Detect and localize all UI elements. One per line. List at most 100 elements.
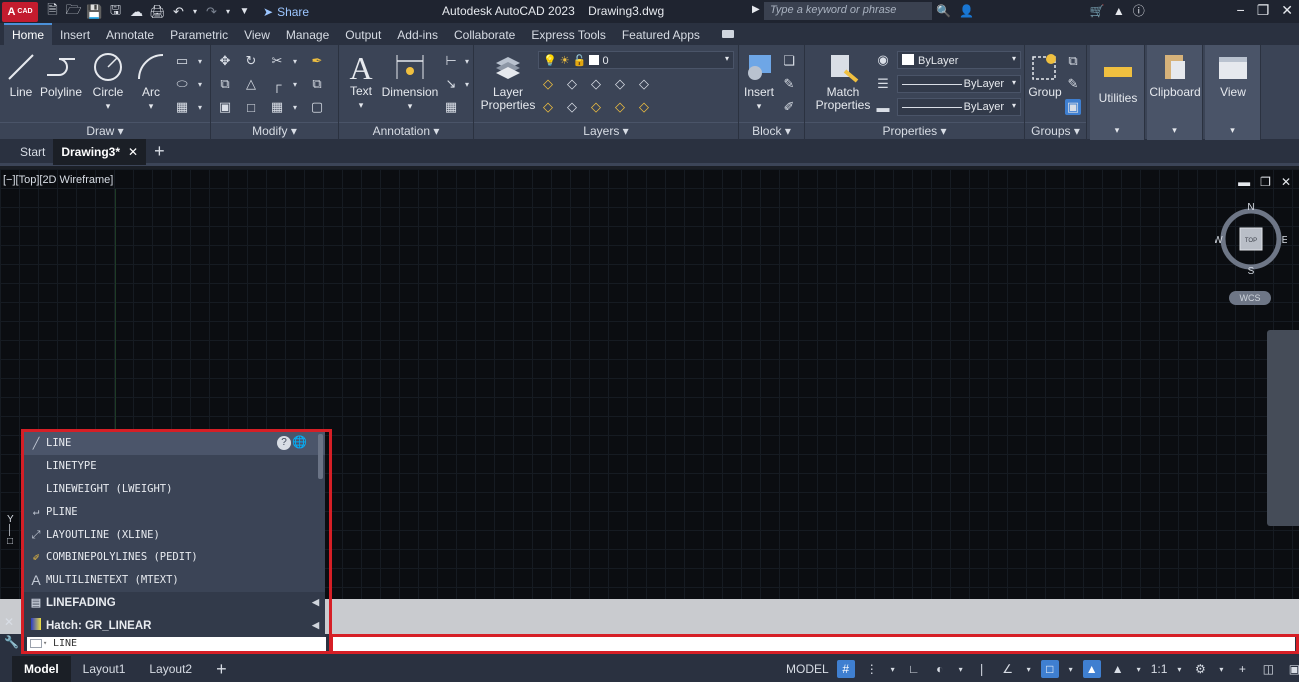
- tab-express-tools[interactable]: Express Tools: [523, 23, 613, 45]
- annotation-scale-dropdown-icon[interactable]: ▾: [1175, 660, 1183, 678]
- search-web-icon[interactable]: 🌐: [292, 435, 307, 449]
- tab-output[interactable]: Output: [337, 23, 389, 45]
- leader-icon[interactable]: ↘: [443, 76, 459, 92]
- annotation-scale[interactable]: 1:1: [1151, 662, 1168, 676]
- ungroup-icon[interactable]: ⧉: [1065, 53, 1081, 69]
- web-mobile-icon[interactable]: ☁: [128, 4, 145, 20]
- search-icon[interactable]: 🔍: [936, 4, 951, 18]
- close-tab-icon[interactable]: ✕: [128, 145, 138, 159]
- color-dropdown[interactable]: ByLayer ▾: [897, 51, 1021, 69]
- autocomplete-item-pedit[interactable]: ✐ COMBINEPOLYLINES (PEDIT): [24, 546, 325, 569]
- tab-manage[interactable]: Manage: [278, 23, 337, 45]
- autocomplete-item-mtext[interactable]: A MULTILINETEXT (MTEXT): [24, 569, 325, 592]
- arc-button[interactable]: Arc ▾: [134, 51, 168, 113]
- utilities-button[interactable]: Utilities: [1092, 57, 1144, 105]
- create-block-icon[interactable]: ❏: [781, 53, 797, 69]
- close-icon[interactable]: ✕: [1281, 2, 1293, 19]
- auto-scale-dropdown-icon[interactable]: ▾: [1135, 660, 1143, 678]
- scale-icon[interactable]: □: [243, 99, 259, 115]
- lineweight-icon[interactable]: ▬: [875, 99, 891, 115]
- insert-button[interactable]: Insert ▾: [741, 51, 777, 113]
- rotate-icon[interactable]: ↻: [243, 53, 259, 69]
- wcs-menu[interactable]: WCS: [1229, 291, 1271, 305]
- text-button[interactable]: A Text ▾: [343, 51, 379, 112]
- tab-home[interactable]: Home: [4, 23, 53, 45]
- trim-dropdown-icon[interactable]: ▾: [287, 53, 303, 69]
- model-space-button[interactable]: MODEL: [786, 662, 829, 676]
- polar-dropdown-icon[interactable]: ▾: [957, 660, 965, 678]
- open-folder-icon[interactable]: 🗁: [65, 2, 82, 20]
- snap-dropdown-icon[interactable]: ▾: [889, 660, 897, 678]
- share-button[interactable]: ➤ Share: [263, 5, 309, 19]
- undo-icon[interactable]: ↶: [170, 4, 187, 20]
- array-dropdown-icon[interactable]: ▾: [287, 99, 303, 115]
- mirror-icon[interactable]: △: [243, 76, 259, 92]
- layer-tool-4-icon[interactable]: ◇: [612, 76, 628, 92]
- layer-tool-2-icon[interactable]: ◇: [564, 76, 580, 92]
- tab-parametric[interactable]: Parametric: [162, 23, 236, 45]
- layer-tool-9-icon[interactable]: ◇: [612, 99, 628, 115]
- layer-tool-1-icon[interactable]: ◇: [540, 76, 556, 92]
- recent-commands-dropdown-icon[interactable]: ▾: [43, 636, 47, 650]
- redo-dropdown-icon[interactable]: ▾: [224, 4, 232, 20]
- ortho-icon[interactable]: ∟: [905, 660, 923, 678]
- clipboard-button[interactable]: Clipboard: [1147, 51, 1203, 99]
- viewcube[interactable]: TOP N S E W: [1215, 203, 1287, 275]
- command-autocomplete-list[interactable]: ╱ LINE ? 🌐 LINETYPE LINEWEIGHT (LWEIGHT)…: [24, 432, 325, 638]
- recent-commands-icon[interactable]: [30, 639, 42, 648]
- units-icon[interactable]: ◫: [1259, 660, 1277, 678]
- text-dropdown-icon[interactable]: ▾: [359, 100, 364, 110]
- panel-title-draw[interactable]: Draw ▾: [0, 122, 210, 138]
- restore-icon[interactable]: ❐: [1257, 2, 1270, 19]
- panel-title-modify[interactable]: Modify ▾: [211, 122, 338, 138]
- clean-screen-icon[interactable]: ▣: [1285, 660, 1299, 678]
- dimension-button[interactable]: Dimension ▾: [381, 51, 439, 113]
- viewport-close-icon[interactable]: ✕: [1281, 175, 1291, 189]
- autodesk-app-icon[interactable]: ▲: [1113, 4, 1125, 18]
- offset-icon[interactable]: ▢: [309, 99, 325, 115]
- cart-icon[interactable]: 🛒: [1090, 4, 1105, 18]
- fillet-icon[interactable]: ┌: [269, 76, 285, 92]
- polyline-button[interactable]: Polyline: [40, 51, 82, 99]
- ribbon-minimize-icon[interactable]: [721, 30, 734, 38]
- undo-dropdown-icon[interactable]: ▾: [191, 4, 199, 20]
- autocomplete-item-lineweight[interactable]: LINEWEIGHT (LWEIGHT): [24, 478, 325, 501]
- layer-tool-10-icon[interactable]: ◇: [636, 99, 652, 115]
- fillet-dropdown-icon[interactable]: ▾: [287, 76, 303, 92]
- customize-qat-icon[interactable]: ▼: [236, 4, 253, 20]
- new-file-icon[interactable]: 🗎: [44, 2, 61, 20]
- viewport-controls-label[interactable]: [−][Top][2D Wireframe]: [3, 174, 113, 186]
- table-icon[interactable]: ▦: [443, 99, 459, 115]
- tab-collaborate[interactable]: Collaborate: [446, 23, 523, 45]
- workspace-dropdown-icon[interactable]: ▾: [1217, 660, 1225, 678]
- close-command-line-icon[interactable]: ✕: [4, 612, 19, 632]
- block-attributes-icon[interactable]: ✐: [781, 99, 797, 115]
- tab-layout1[interactable]: Layout1: [71, 656, 138, 682]
- hatch-dropdown-icon[interactable]: ▾: [192, 99, 208, 115]
- panel-title-groups[interactable]: Groups ▾: [1025, 122, 1086, 138]
- autocomplete-group-linefading[interactable]: ▤ LINEFADING ◀: [24, 591, 325, 615]
- rectangle-dropdown-icon[interactable]: ▾: [192, 53, 208, 69]
- view-button[interactable]: View: [1205, 51, 1261, 99]
- tab-model[interactable]: Model: [12, 656, 71, 682]
- help-icon[interactable]: ⓘ: [1133, 2, 1145, 19]
- annotation-monitor-icon[interactable]: +: [1233, 660, 1251, 678]
- redo-icon[interactable]: ↷: [203, 4, 220, 20]
- workspace-gear-icon[interactable]: ⚙: [1191, 660, 1209, 678]
- group-button[interactable]: Group: [1027, 51, 1063, 99]
- user-icon[interactable]: 👤: [959, 4, 974, 18]
- tab-drawing3[interactable]: Drawing3* ✕: [53, 138, 147, 165]
- array-icon[interactable]: ▦: [269, 99, 285, 115]
- trim-icon[interactable]: ✂: [269, 53, 285, 69]
- tab-annotate[interactable]: Annotate: [98, 23, 162, 45]
- autocomplete-item-pline[interactable]: ↵ PLINE: [24, 500, 325, 523]
- tab-add-ins[interactable]: Add-ins: [389, 23, 446, 45]
- save-icon[interactable]: 💾: [86, 4, 103, 20]
- customize-command-icon[interactable]: 🔧: [4, 632, 19, 652]
- hatch-icon[interactable]: ▦: [174, 99, 190, 115]
- autocomplete-item-line[interactable]: ╱ LINE ? 🌐: [24, 432, 325, 455]
- app-logo[interactable]: A CAD: [2, 1, 38, 22]
- osnap-tracking-dropdown-icon[interactable]: ▾: [1025, 660, 1033, 678]
- tab-insert[interactable]: Insert: [52, 23, 98, 45]
- tab-featured-apps[interactable]: Featured Apps: [614, 23, 708, 45]
